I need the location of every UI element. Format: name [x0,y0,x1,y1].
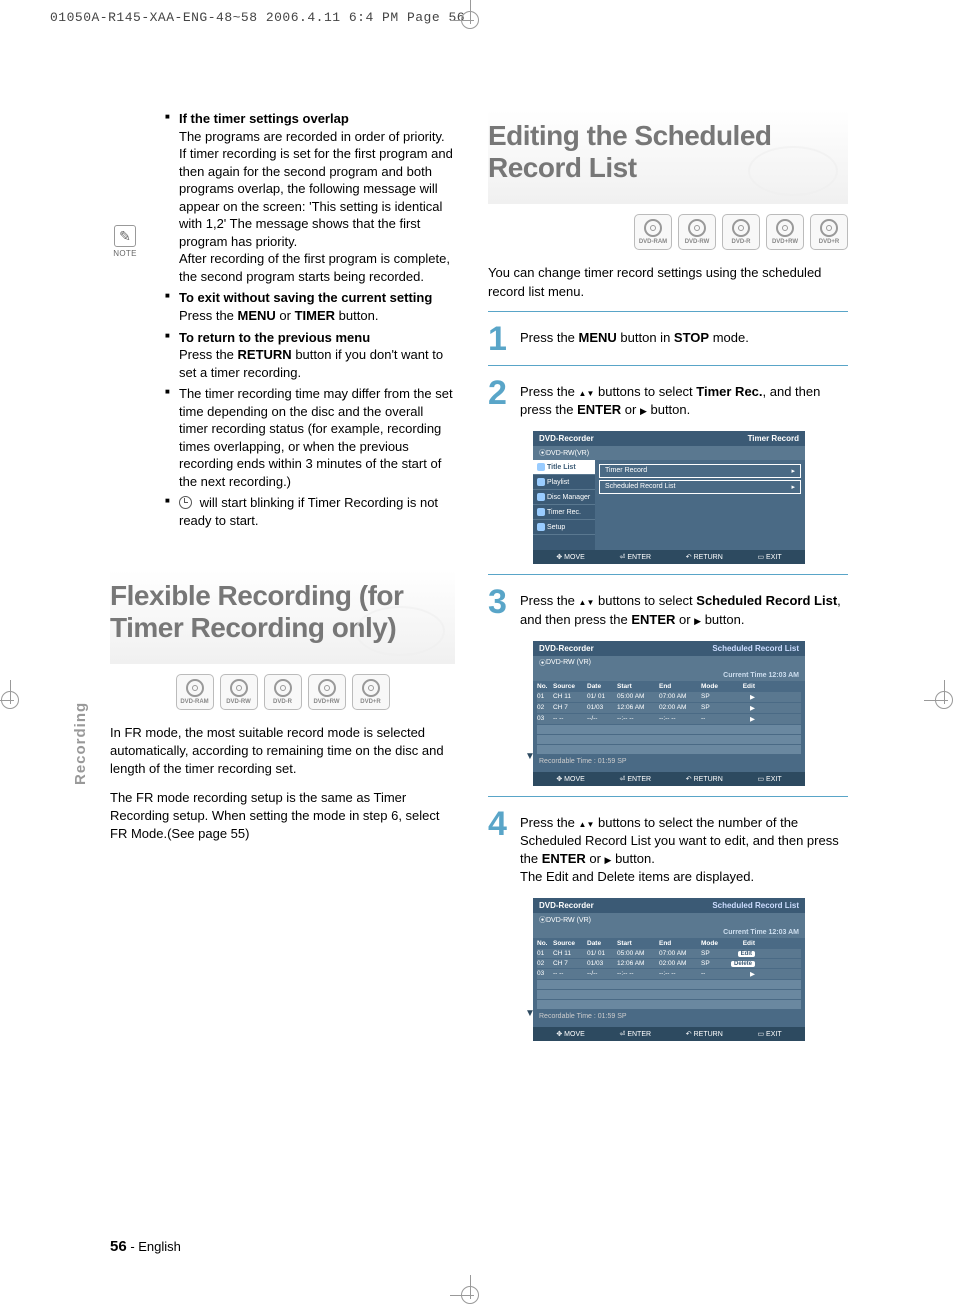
disc-icon: DVD-R [722,214,760,250]
note-blink: will start blinking if Timer Recording i… [165,494,455,529]
flexible-title-block: Flexible Recording (for Timer Recording … [110,570,455,664]
editing-intro: You can change timer record settings usi… [488,264,848,300]
flexible-p2: The FR mode recording setup is the same … [110,789,455,844]
separator [488,311,848,312]
right-icon [640,402,647,417]
note-differ: The timer recording time may differ from… [165,385,455,490]
osd-scheduled-list: DVD-RecorderScheduled Record List ⦿ DVD-… [533,641,805,786]
disc-icons-flexible: DVD-RAM DVD-RW DVD-R DVD+RW DVD+R [110,674,455,710]
disc-icon: DVD+RW [308,674,346,710]
disc-icons-editing: DVD-RAM DVD-RW DVD-R DVD+RW DVD+R [488,214,848,250]
clock-icon [179,496,192,509]
step-2: 2 Press the buttons to select Timer Rec.… [488,380,848,419]
editing-title-block: Editing the Scheduled Record List [488,110,848,204]
crop-mark-bottom [450,1275,490,1315]
page-footer: 56 - English [110,1238,181,1255]
disc-icon: DVD-RAM [176,674,214,710]
disc-icon: DVD+R [352,674,390,710]
disc-icon: DVD-RAM [634,214,672,250]
disc-icon: DVD-R [264,674,302,710]
step-1: 1 Press the MENU button in STOP mode. [488,326,848,353]
disc-icon: DVD+RW [766,214,804,250]
disc-icon: DVD+R [810,214,848,250]
note-overlap: If the timer settings overlap The progra… [165,110,455,285]
flexible-p1: In FR mode, the most suitable record mod… [110,724,455,779]
notes-block: If the timer settings overlap The progra… [165,110,455,530]
step-3: 3 Press the buttons to select Scheduled … [488,589,848,628]
osd-timer-record-menu: DVD-RecorderTimer Record ⦿ DVD-RW(VR) Ti… [533,431,805,564]
print-header: 01050A-R145-XAA-ENG-48~58 2006.4.11 6:4 … [50,10,465,25]
crop-mark-top [450,0,490,40]
step-4: 4 Press the buttons to select the number… [488,811,848,887]
note-exit: To exit without saving the current setti… [165,289,455,324]
separator [488,365,848,366]
note-return: To return to the previous menu Press the… [165,329,455,382]
separator [488,796,848,797]
side-tab-recording: Recording [72,702,89,785]
disc-icon: DVD-RW [220,674,258,710]
separator [488,574,848,575]
osd-scheduled-list-edit: DVD-RecorderScheduled Record List ⦿ DVD-… [533,898,805,1041]
disc-icon: DVD-RW [678,214,716,250]
